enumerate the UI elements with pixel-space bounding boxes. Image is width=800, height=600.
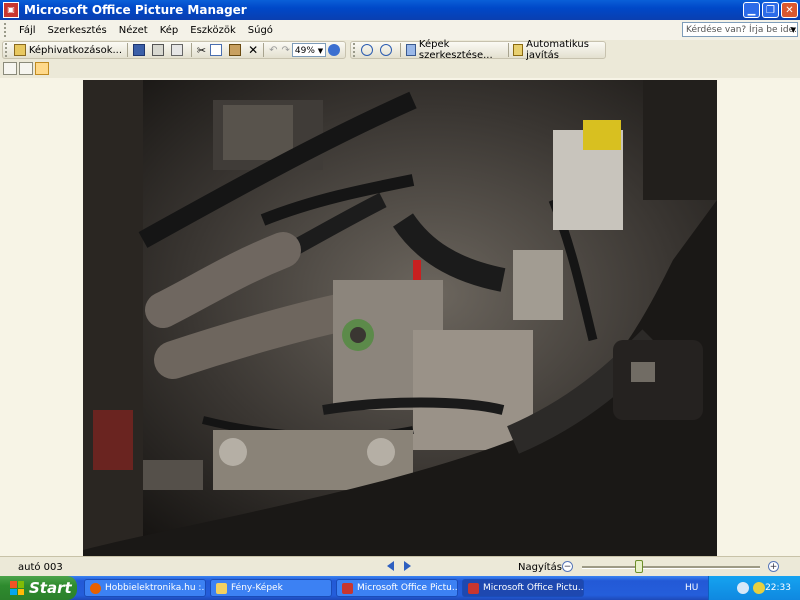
print-icon bbox=[151, 44, 164, 56]
clock: 22:33 bbox=[765, 583, 791, 593]
help-button[interactable] bbox=[326, 42, 345, 58]
edit-pictures-label: Képek szerkesztése... bbox=[418, 39, 493, 61]
redo-icon: ↷ bbox=[281, 44, 290, 56]
zoom-select[interactable]: 49% ▼ bbox=[291, 43, 326, 57]
picture-toolbar-group: Képek szerkesztése... Automatikus javítá… bbox=[350, 39, 606, 61]
zoom-slider[interactable] bbox=[582, 566, 760, 569]
paste-icon bbox=[229, 44, 242, 56]
menu-edit[interactable]: Szerkesztés bbox=[42, 25, 113, 36]
print-button[interactable] bbox=[150, 42, 169, 58]
minimize-button[interactable]: ▁ bbox=[743, 2, 760, 18]
toolbar-separator bbox=[400, 43, 402, 57]
title-bar[interactable]: ▣ Microsoft Office Picture Manager ▁ ❐ ✕ bbox=[0, 0, 800, 20]
engine-photo bbox=[83, 80, 717, 556]
toolbar-separator bbox=[190, 43, 192, 57]
menu-view[interactable]: Nézet bbox=[113, 25, 154, 36]
taskbar-task-label: Fény-Képek bbox=[231, 583, 283, 593]
picture-manager-icon bbox=[342, 582, 353, 594]
start-button[interactable]: Start bbox=[0, 576, 77, 600]
chevron-down-icon[interactable]: ▼ bbox=[791, 23, 796, 38]
help-icon bbox=[327, 44, 340, 56]
undo-button[interactable]: ↶ bbox=[267, 42, 279, 58]
copy-button[interactable] bbox=[208, 42, 227, 58]
save-button[interactable] bbox=[131, 42, 150, 58]
auto-correct-label: Automatikus javítás bbox=[526, 39, 589, 61]
menu-help[interactable]: Súgó bbox=[242, 25, 279, 36]
single-picture-view-button[interactable] bbox=[35, 62, 49, 75]
taskbar-task-firefox[interactable]: Hobbielektronika.hu :... bbox=[84, 579, 206, 597]
toolbar-separator bbox=[127, 43, 128, 57]
zoom-out-button[interactable]: − bbox=[562, 561, 573, 572]
toolbar-separator bbox=[263, 43, 265, 57]
windows-logo-icon bbox=[10, 581, 24, 595]
auto-correct-button[interactable]: Automatikus javítás bbox=[511, 39, 605, 61]
paste-button[interactable] bbox=[227, 42, 246, 58]
close-button[interactable]: ✕ bbox=[781, 2, 798, 18]
next-picture-button[interactable] bbox=[404, 561, 411, 571]
rotate-right-icon bbox=[380, 44, 393, 56]
thumbnail-view-button[interactable] bbox=[3, 62, 17, 75]
scissors-icon: ✂ bbox=[196, 43, 207, 57]
window-title: Microsoft Office Picture Manager bbox=[24, 3, 247, 17]
taskbar: Start Hobbielektronika.hu :... Fény-Képe… bbox=[0, 576, 800, 600]
menu-file[interactable]: Fájl bbox=[13, 25, 42, 36]
folder-icon bbox=[216, 582, 227, 594]
menu-picture[interactable]: Kép bbox=[154, 25, 185, 36]
undo-icon: ↶ bbox=[269, 44, 278, 56]
zoom-slider-thumb[interactable] bbox=[634, 560, 643, 573]
rotate-right-button[interactable] bbox=[378, 42, 397, 58]
picture-shortcuts-icon bbox=[13, 44, 26, 56]
menu-bar: Fájl Szerkesztés Nézet Kép Eszközök Súgó bbox=[0, 20, 800, 41]
picture-manager-icon: ▣ bbox=[3, 2, 19, 18]
current-filename: autó 003 bbox=[18, 561, 63, 573]
maximize-button[interactable]: ❐ bbox=[762, 2, 779, 18]
toolbar-separator bbox=[507, 43, 509, 57]
taskbar-task-label: Microsoft Office Pictu... bbox=[357, 583, 458, 593]
firefox-icon bbox=[90, 582, 101, 594]
toolbar-grip[interactable] bbox=[5, 43, 10, 57]
toolbar-grip[interactable] bbox=[353, 43, 357, 57]
standard-toolbar-group: Képhivatkozások... ✂ ✕ ↶ ↷ 49% ▼ bbox=[2, 41, 346, 59]
email-button[interactable] bbox=[169, 42, 188, 58]
picture-shortcuts-button[interactable]: Képhivatkozások... bbox=[12, 42, 124, 58]
menu-tools[interactable]: Eszközök bbox=[184, 25, 242, 36]
zoom-in-button[interactable]: + bbox=[768, 561, 779, 572]
rotate-left-button[interactable] bbox=[359, 42, 378, 58]
taskbar-task-label: Hobbielektronika.hu :... bbox=[105, 583, 206, 593]
system-tray: HU 22:33 bbox=[685, 576, 800, 600]
taskbar-task-picture-manager-active[interactable]: Microsoft Office Pictu... bbox=[462, 579, 584, 597]
network-icon[interactable] bbox=[737, 582, 749, 594]
delete-icon: ✕ bbox=[248, 43, 259, 57]
view-toolbar bbox=[0, 60, 800, 78]
zoom-value: 49% bbox=[294, 46, 315, 56]
taskbar-task-picture-manager[interactable]: Microsoft Office Pictu... bbox=[336, 579, 458, 597]
picture-shortcuts-label: Képhivatkozások... bbox=[28, 44, 123, 56]
filmstrip-view-button[interactable] bbox=[19, 62, 33, 75]
email-icon bbox=[170, 44, 183, 56]
help-search-input[interactable]: Kérdése van? Írja be ide. ▼ bbox=[682, 22, 798, 37]
chevron-down-icon[interactable]: ▼ bbox=[316, 44, 325, 56]
save-icon bbox=[132, 44, 145, 56]
standard-toolbar: Képhivatkozások... ✂ ✕ ↶ ↷ 49% ▼ Képek s… bbox=[0, 39, 800, 61]
volume-icon[interactable] bbox=[753, 582, 765, 594]
copy-icon bbox=[210, 44, 223, 56]
help-search-placeholder: Kérdése van? Írja be ide. bbox=[686, 25, 798, 35]
rotate-left-icon bbox=[361, 44, 374, 56]
delete-button[interactable]: ✕ bbox=[246, 42, 260, 58]
cut-button[interactable]: ✂ bbox=[195, 42, 208, 58]
start-label: Start bbox=[29, 579, 72, 597]
edit-pictures-icon bbox=[406, 44, 416, 56]
language-indicator[interactable]: HU bbox=[685, 583, 698, 593]
menu-grip[interactable] bbox=[4, 23, 9, 37]
redo-button[interactable]: ↷ bbox=[280, 42, 292, 58]
picture-manager-icon bbox=[468, 582, 479, 594]
edit-pictures-button[interactable]: Képek szerkesztése... bbox=[404, 39, 504, 61]
previous-picture-button[interactable] bbox=[387, 561, 394, 571]
taskbar-task-folder[interactable]: Fény-Képek bbox=[210, 579, 332, 597]
zoom-label: Nagyítás: bbox=[518, 562, 566, 573]
taskbar-task-label: Microsoft Office Pictu... bbox=[483, 583, 584, 593]
auto-correct-icon bbox=[513, 44, 524, 56]
